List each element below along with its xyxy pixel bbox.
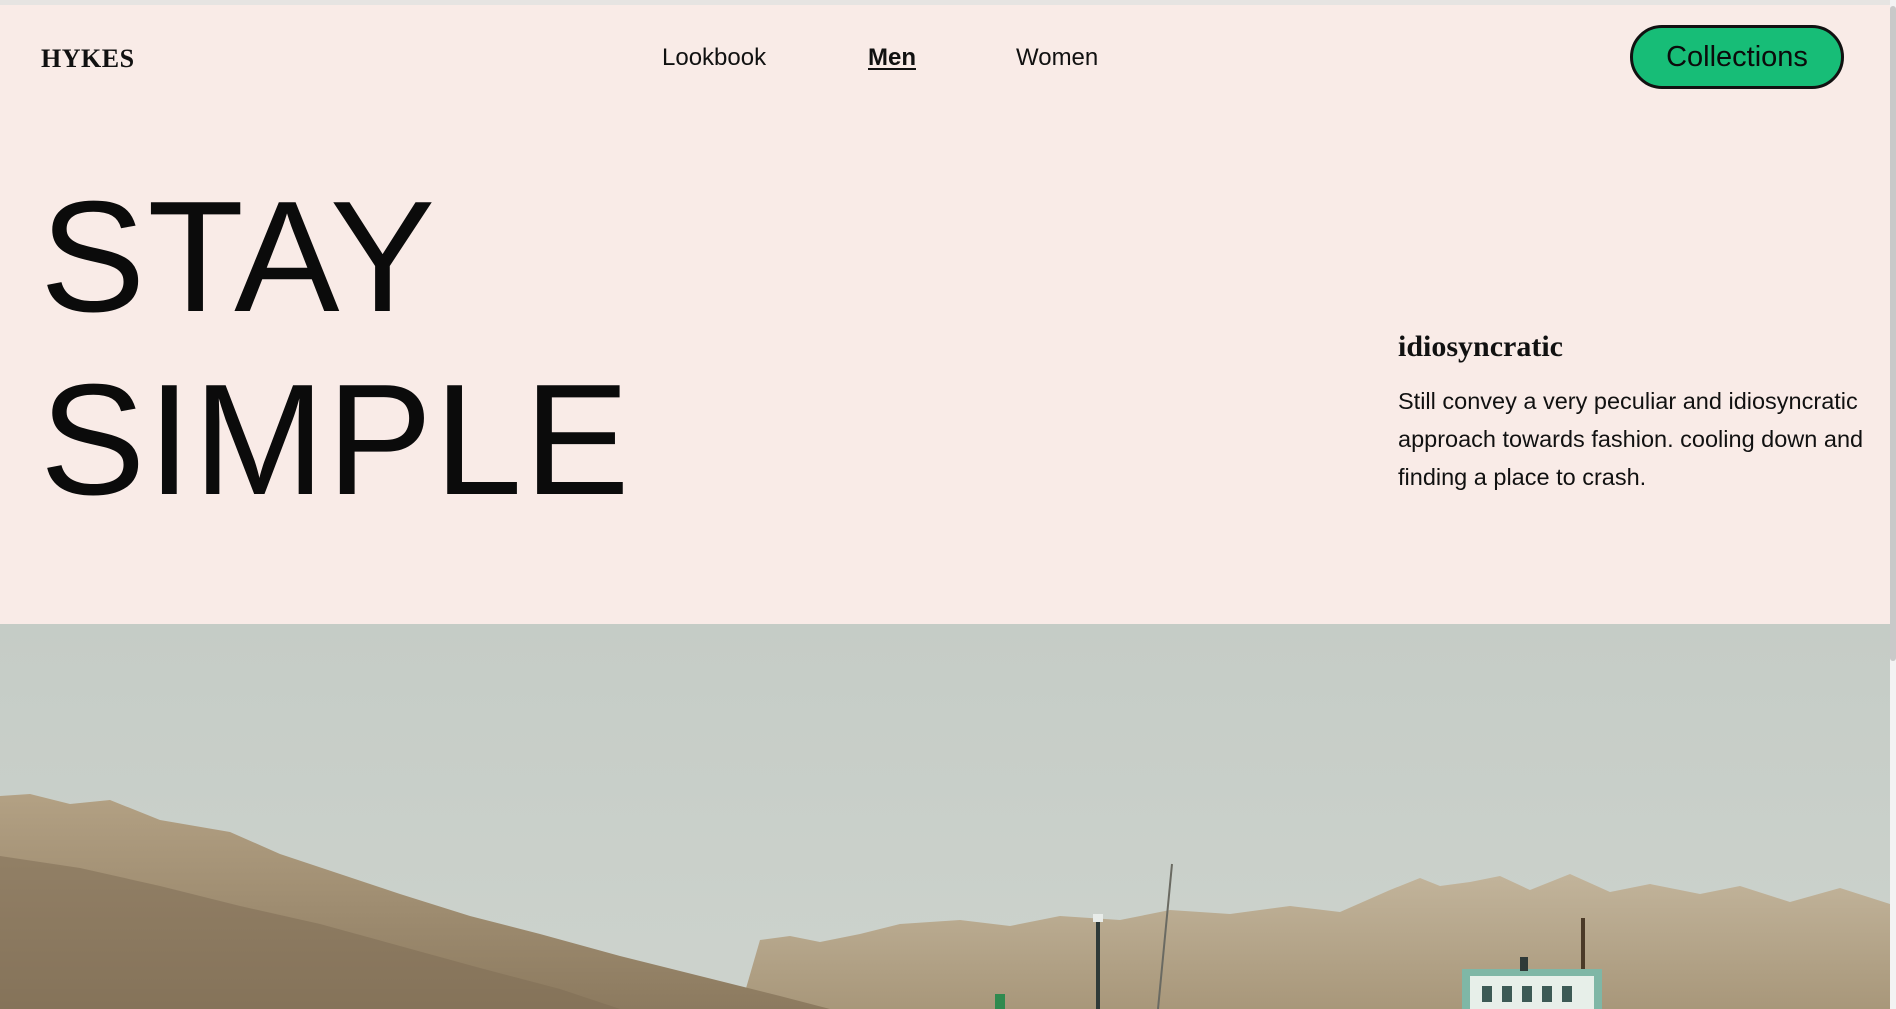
aside-body: Still convey a very peculiar and idiosyn… [1398,388,1864,490]
hero-photo [0,624,1890,1009]
logo[interactable]: HYKES [41,44,135,74]
scrollbar-thumb[interactable] [1890,6,1896,661]
nav-item-lookbook[interactable]: Lookbook [662,44,766,72]
nav-item-women[interactable]: Women [1016,44,1098,72]
collections-button[interactable]: Collections [1630,25,1844,89]
top-rule [0,0,1896,5]
hero-title-line-2: SIMPLE [40,352,632,528]
collections-button-label: Collections [1666,40,1808,73]
aside-title: idiosyncratic [1398,330,1563,363]
landscape-photo-icon [0,624,1890,1009]
nav-item-men[interactable]: Men [868,44,916,72]
hero-aside: idiosyncratic Still convey a very peculi… [1398,330,1868,496]
hero-title-line-1: STAY [40,169,438,345]
